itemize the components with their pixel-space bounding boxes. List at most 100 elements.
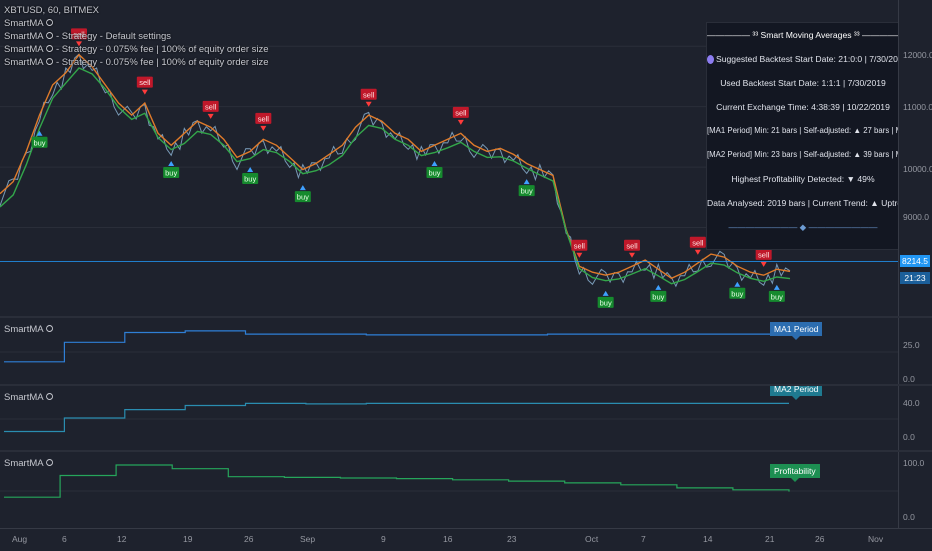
scale-tick: 0.0	[903, 432, 915, 442]
time-label: 7	[641, 534, 646, 544]
profitability-scale[interactable]: 100.0 0.0	[898, 452, 932, 528]
info-footer: ———————— ◆ ————————	[728, 222, 878, 232]
info-row: Data Analysed: 2019 bars | Current Trend…	[707, 198, 898, 208]
buy-arrow-icon	[734, 281, 741, 287]
ma2-scale[interactable]: 40.0 0.0	[898, 386, 932, 450]
buy-signal: buy	[242, 167, 259, 184]
buy-arrow-icon	[773, 284, 780, 290]
current-price-tag: 8214.5	[900, 255, 930, 267]
sell-arrow-icon	[141, 89, 148, 95]
time-label: Sep	[300, 534, 316, 544]
info-row: Used Backtest Start Date: 1:1:1 | 7/30/2…	[720, 78, 886, 88]
sell-label: sell	[626, 241, 638, 250]
ma1-period-pane[interactable]: SmartMA ⭘ MA1 Period	[0, 318, 898, 384]
scale-tick: 0.0	[903, 512, 915, 522]
price-tick: 11000.0	[903, 102, 932, 112]
buy-label: buy	[600, 298, 612, 307]
price-scale[interactable]: 12000.0 11000.0 10000.0 9000.0 8214.5 21…	[898, 0, 932, 316]
sell-arrow-icon	[365, 101, 372, 107]
buy-signal: buy	[768, 284, 785, 302]
buy-signal: buy	[163, 160, 180, 178]
buy-label: buy	[652, 292, 664, 301]
buy-arrow-icon	[602, 290, 609, 296]
time-label: 16	[443, 534, 453, 544]
sell-arrow-icon	[629, 252, 635, 258]
sell-signal: sell	[689, 236, 706, 255]
symbol-title[interactable]: XBTUSD, 60, BITMEX	[4, 4, 269, 17]
time-label: 26	[815, 534, 825, 544]
sell-arrow-icon	[457, 119, 464, 125]
smart-ma-info-panel: ————— ³³ Smart Moving Averages ³³ ————— …	[706, 22, 898, 250]
time-label: 14	[703, 534, 713, 544]
time-label: 23	[507, 534, 517, 544]
info-row: [MA1 Period] Min: 21 bars | Self-adjuste…	[707, 126, 898, 135]
sell-label: sell	[205, 102, 217, 111]
legend-item[interactable]: SmartMA ⭘ - Strategy - Default settings	[4, 30, 269, 43]
sell-arrow-icon	[760, 261, 767, 267]
info-row: [MA2 Period] Min: 23 bars | Self-adjuste…	[707, 150, 898, 159]
sell-label: sell	[455, 108, 467, 117]
sell-signal: sell	[255, 112, 272, 131]
price-series-line	[0, 53, 791, 288]
buy-signal: buy	[518, 179, 535, 197]
indicator-line	[4, 464, 790, 498]
legend-item[interactable]: SmartMA ⭘ - Strategy - 0.075% fee | 100%…	[4, 43, 269, 56]
sell-arrow-icon	[576, 252, 583, 258]
sell-arrow-icon	[260, 125, 267, 131]
sell-arrow-icon	[207, 113, 214, 119]
legend-item[interactable]: SmartMA ⭘ - Strategy - 0.075% fee | 100%…	[4, 56, 269, 69]
time-label: Aug	[12, 534, 28, 544]
time-label: Oct	[585, 534, 599, 544]
scale-tick: 25.0	[903, 340, 920, 350]
info-row: Highest Profitability Detected: ▼ 49%	[731, 174, 875, 184]
buy-signal: buy	[31, 130, 48, 148]
time-label: Nov	[868, 534, 884, 544]
moving-average-line	[0, 67, 791, 285]
main-price-pane[interactable]: buy buy buy buy buy buy buy buy buy buy sell sell se…	[0, 0, 898, 316]
info-title: ————— ³³ Smart Moving Averages ³³ —————	[707, 30, 898, 40]
profitability-chart	[0, 464, 898, 498]
pane-title[interactable]: SmartMA ⭘	[4, 458, 53, 469]
buy-arrow-icon	[431, 160, 438, 166]
scale-tick: 0.0	[903, 374, 915, 384]
chart-legend: XBTUSD, 60, BITMEX SmartMA ⭘ SmartMA ⭘ -…	[4, 4, 269, 69]
ma1-period-callout: MA1 Period	[770, 322, 823, 340]
price-tick: 12000.0	[903, 50, 932, 60]
profitability-pane[interactable]: SmartMA ⭘ Profitability	[0, 452, 898, 528]
buy-signal: buy	[650, 284, 667, 302]
time-axis[interactable]: Aug 6 12 19 26 Sep 9 16 23 Oct 7 14 21 2…	[0, 528, 932, 551]
pane-title[interactable]: SmartMA ⭘	[4, 392, 53, 403]
sell-label: sell	[692, 238, 704, 247]
time-label: 6	[62, 534, 67, 544]
buy-label: buy	[771, 292, 783, 301]
buy-label: buy	[731, 289, 743, 298]
buy-label: buy	[33, 138, 45, 147]
buy-arrow-icon	[168, 160, 175, 166]
sell-signal: sell	[755, 248, 772, 267]
pane-title[interactable]: SmartMA ⭘	[4, 324, 53, 335]
profitability-callout: Profitability	[770, 464, 820, 482]
buy-label: buy	[521, 187, 533, 196]
sell-signal: sell	[624, 239, 640, 258]
buy-label: buy	[428, 168, 440, 177]
ma1-scale[interactable]: 25.0 0.0	[898, 318, 932, 384]
ma1-period-chart	[0, 330, 898, 363]
buy-label: buy	[244, 175, 256, 184]
ma2-period-callout: MA2 Period	[770, 386, 823, 400]
countdown-tag: 21:23	[900, 272, 930, 284]
ma2-period-chart	[0, 402, 898, 433]
buy-signal: buy	[294, 185, 311, 203]
info-row: Current Exchange Time: 4:38:39 | 10/22/2…	[716, 102, 890, 112]
sell-label: sell	[758, 250, 770, 259]
buy-signal: buy	[729, 281, 746, 299]
indicator-line	[4, 402, 789, 433]
sell-label: sell	[574, 241, 586, 250]
time-label: 12	[117, 534, 127, 544]
buy-label: buy	[165, 168, 177, 177]
price-tick: 9000.0	[903, 212, 929, 222]
buy-arrow-icon	[523, 179, 530, 185]
time-label: 19	[183, 534, 193, 544]
legend-item[interactable]: SmartMA ⭘	[4, 17, 269, 30]
buy-signal: buy	[597, 290, 614, 308]
ma2-period-pane[interactable]: SmartMA ⭘ MA2 Period	[0, 386, 898, 450]
